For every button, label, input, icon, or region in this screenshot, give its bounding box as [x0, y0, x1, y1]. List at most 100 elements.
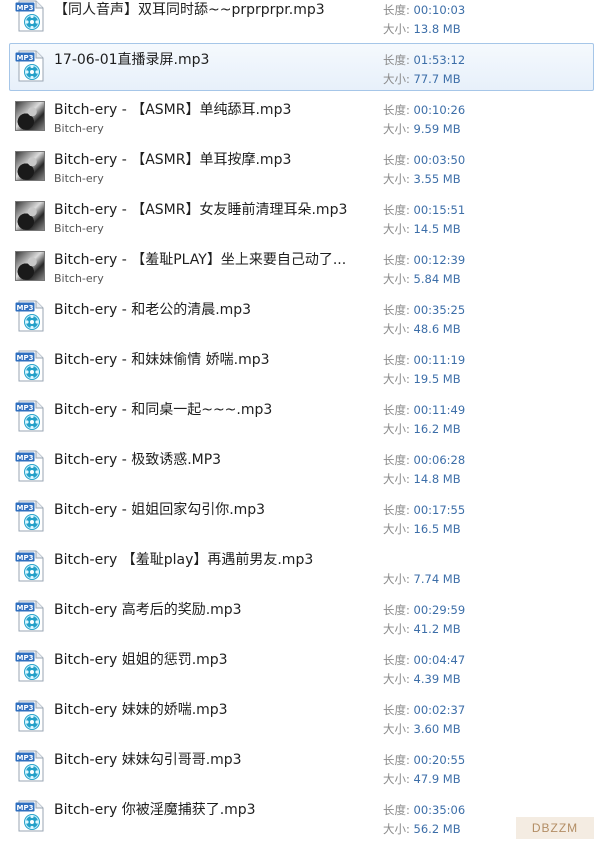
- length-label: 长度:: [383, 403, 410, 417]
- file-length: 长度: 00:35:25: [383, 303, 465, 317]
- size-value: 41.2 MB: [409, 622, 461, 636]
- file-name: Bitch-ery 妹妹勾引哥哥.mp3: [54, 752, 242, 768]
- file-name: Bitch-ery - 和妹妹偷情 娇喘.mp3: [54, 352, 270, 368]
- mp3-file-icon: MP3: [15, 50, 47, 82]
- file-row[interactable]: MP3 Bitch-ery - 极致诱惑.MP3 长度: 00:06:28 大小: 1…: [0, 442, 594, 492]
- length-value: 00:15:51: [409, 203, 466, 217]
- file-size: 大小: 14.5 MB: [383, 222, 461, 236]
- album-art-thumbnail: [15, 251, 45, 281]
- length-label: 长度:: [383, 653, 410, 667]
- size-label: 大小:: [383, 472, 410, 486]
- file-row[interactable]: Bitch-ery - 【羞耻PLAY】坐上来要自己动了... Bitch-ery…: [0, 242, 594, 292]
- size-label: 大小:: [383, 822, 410, 836]
- file-row[interactable]: Bitch-ery - 【ASMR】女友睡前清理耳朵.mp3 Bitch-ery 长…: [0, 192, 594, 242]
- file-name: Bitch-ery - 【ASMR】单纯舔耳.mp3: [54, 102, 292, 118]
- size-value: 14.8 MB: [409, 472, 461, 486]
- length-value: 01:53:12: [409, 53, 466, 67]
- file-length: 长度: 00:10:26: [383, 103, 465, 117]
- file-size: 大小: 14.8 MB: [383, 472, 461, 486]
- file-name: Bitch-ery - 【ASMR】单耳按摩.mp3: [54, 152, 292, 168]
- length-value: 00:35:25: [409, 303, 466, 317]
- length-label: 长度:: [383, 753, 410, 767]
- file-row[interactable]: MP3 Bitch-ery 你被淫魔捕获了.mp3 长度: 00:35:06 大小: …: [0, 792, 594, 842]
- svg-text:MP3: MP3: [17, 704, 34, 712]
- file-list: MP3 【同人音声】双耳同时舔~~prprprpr.mp3 长度: 00:10:03…: [0, 0, 594, 842]
- svg-text:MP3: MP3: [17, 304, 34, 312]
- size-label: 大小:: [383, 572, 410, 586]
- file-row[interactable]: MP3 Bitch-ery - 和妹妹偷情 娇喘.mp3 长度: 00:11:19 大…: [0, 342, 594, 392]
- size-label: 大小:: [383, 122, 410, 136]
- file-artist: Bitch-ery: [54, 122, 104, 135]
- size-label: 大小:: [383, 622, 410, 636]
- album-art-thumbnail: [15, 201, 45, 231]
- mp3-file-icon: MP3: [15, 450, 47, 482]
- file-name: Bitch-ery - 【ASMR】女友睡前清理耳朵.mp3: [54, 202, 348, 218]
- file-size: 大小: 5.84 MB: [383, 272, 461, 286]
- file-row[interactable]: MP3 Bitch-ery 【羞耻play】再遇前男友.mp3 大小: 7.74 M…: [0, 542, 594, 592]
- size-label: 大小:: [383, 222, 410, 236]
- file-artist: Bitch-ery: [54, 172, 104, 185]
- file-name: Bitch-ery - 和同桌一起~~~.mp3: [54, 402, 273, 418]
- file-row[interactable]: Bitch-ery - 【ASMR】单耳按摩.mp3 Bitch-ery 长度: 0…: [0, 142, 594, 192]
- file-name: Bitch-ery 高考后的奖励.mp3: [54, 602, 242, 618]
- size-label: 大小:: [383, 522, 410, 536]
- file-row[interactable]: MP3 17-06-01直播录屏.mp3 长度: 01:53:12 大小: 77.7 …: [0, 42, 594, 92]
- size-value: 3.55 MB: [409, 172, 461, 186]
- length-label: 长度:: [383, 103, 410, 117]
- file-length: 长度: 00:17:55: [383, 503, 465, 517]
- length-value: 00:29:59: [409, 603, 466, 617]
- mp3-file-icon: MP3: [15, 0, 47, 32]
- size-value: 19.5 MB: [409, 372, 461, 386]
- file-name: Bitch-ery 妹妹的娇喘.mp3: [54, 702, 228, 718]
- size-label: 大小:: [383, 372, 410, 386]
- length-value: 00:06:28: [409, 453, 466, 467]
- length-label: 长度:: [383, 53, 410, 67]
- file-length: 长度: 00:15:51: [383, 203, 465, 217]
- length-value: 00:20:55: [409, 753, 466, 767]
- size-label: 大小:: [383, 672, 410, 686]
- mp3-file-icon: MP3: [15, 400, 47, 432]
- file-length: 长度: 00:11:19: [383, 353, 465, 367]
- file-row[interactable]: MP3 Bitch-ery - 和同桌一起~~~.mp3 长度: 00:11:49 大…: [0, 392, 594, 442]
- svg-text:MP3: MP3: [17, 454, 34, 462]
- length-value: 00:10:03: [409, 3, 466, 17]
- file-row[interactable]: MP3 Bitch-ery - 姐姐回家勾引你.mp3 长度: 00:17:55 大小…: [0, 492, 594, 542]
- file-row[interactable]: MP3 Bitch-ery 高考后的奖励.mp3 长度: 00:29:59 大小: 4…: [0, 592, 594, 642]
- mp3-file-icon: MP3: [15, 700, 47, 732]
- file-row[interactable]: MP3 Bitch-ery 姐姐的惩罚.mp3 长度: 00:04:47 大小: 4.…: [0, 642, 594, 692]
- file-name: Bitch-ery 你被淫魔捕获了.mp3: [54, 802, 256, 818]
- size-label: 大小:: [383, 272, 410, 286]
- file-size: 大小: 19.5 MB: [383, 372, 461, 386]
- file-size: 大小: 47.9 MB: [383, 772, 461, 786]
- mp3-file-icon: MP3: [15, 500, 47, 532]
- size-value: 14.5 MB: [409, 222, 461, 236]
- svg-text:MP3: MP3: [17, 54, 34, 62]
- length-label: 长度:: [383, 153, 410, 167]
- file-row[interactable]: MP3 【同人音声】双耳同时舔~~prprprpr.mp3 长度: 00:10:03…: [0, 0, 594, 42]
- file-artist: Bitch-ery: [54, 222, 104, 235]
- file-size: 大小: 48.6 MB: [383, 322, 461, 336]
- size-label: 大小:: [383, 22, 410, 36]
- file-row[interactable]: Bitch-ery - 【ASMR】单纯舔耳.mp3 Bitch-ery 长度: 0…: [0, 92, 594, 142]
- size-value: 9.59 MB: [409, 122, 461, 136]
- size-value: 5.84 MB: [409, 272, 461, 286]
- file-size: 大小: 16.2 MB: [383, 422, 461, 436]
- length-value: 00:11:19: [409, 353, 466, 367]
- length-value: 00:11:49: [409, 403, 466, 417]
- file-size: 大小: 41.2 MB: [383, 622, 461, 636]
- size-value: 56.2 MB: [409, 822, 461, 836]
- file-size: 大小: 7.74 MB: [383, 572, 461, 586]
- length-label: 长度:: [383, 3, 410, 17]
- file-row[interactable]: MP3 Bitch-ery 妹妹勾引哥哥.mp3 长度: 00:20:55 大小: 4…: [0, 742, 594, 792]
- file-size: 大小: 56.2 MB: [383, 822, 461, 836]
- length-label: 长度:: [383, 203, 410, 217]
- length-value: 00:03:50: [409, 153, 466, 167]
- mp3-file-icon: MP3: [15, 650, 47, 682]
- length-value: 00:35:06: [409, 803, 466, 817]
- size-value: 48.6 MB: [409, 322, 461, 336]
- file-name: Bitch-ery 姐姐的惩罚.mp3: [54, 652, 228, 668]
- file-row[interactable]: MP3 Bitch-ery 妹妹的娇喘.mp3 长度: 00:02:37 大小: 3.…: [0, 692, 594, 742]
- size-label: 大小:: [383, 72, 410, 86]
- length-value: 00:04:47: [409, 653, 466, 667]
- file-row[interactable]: MP3 Bitch-ery - 和老公的清晨.mp3 长度: 00:35:25 大小:…: [0, 292, 594, 342]
